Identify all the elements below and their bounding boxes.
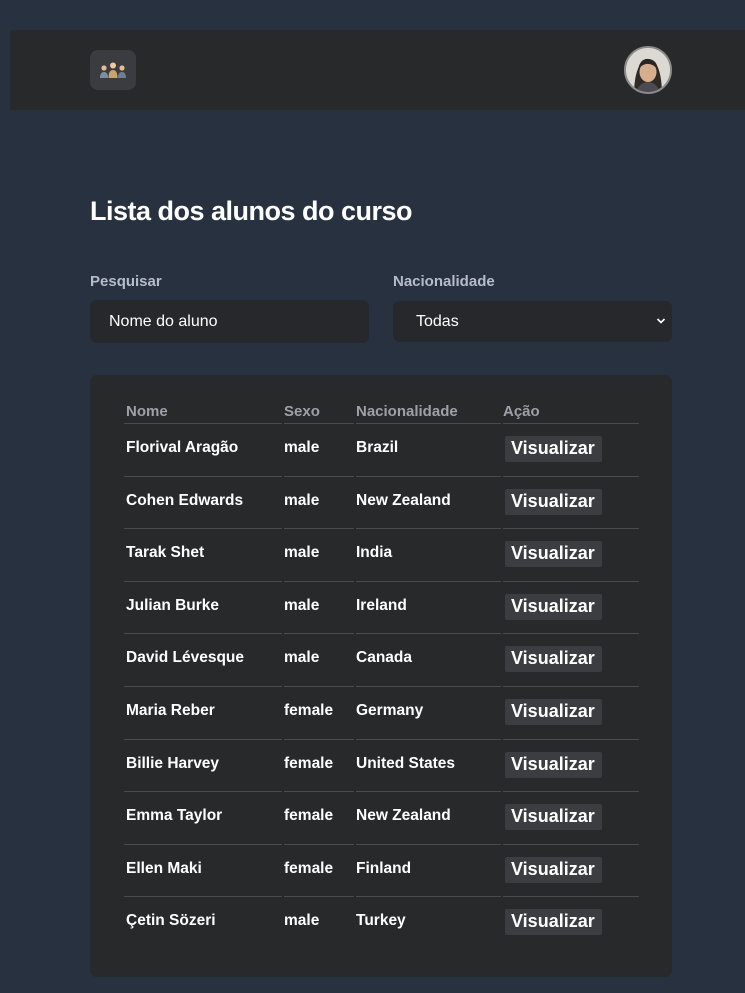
action-cell: Visualizar (503, 529, 639, 582)
student-sex: female (284, 792, 354, 845)
table-header-row: Nome Sexo Nacionalidade Ação (124, 400, 639, 424)
search-label: Pesquisar (90, 273, 162, 290)
chevron-down-icon (656, 318, 666, 324)
student-sex: male (284, 582, 354, 635)
people-group-icon (100, 62, 126, 78)
student-name: Julian Burke (124, 582, 282, 635)
student-sex: male (284, 477, 354, 530)
action-cell: Visualizar (503, 792, 639, 845)
student-nationality: Turkey (356, 912, 406, 930)
nationality-select[interactable]: Todas (393, 301, 672, 342)
student-sex: female (284, 845, 354, 898)
view-button[interactable]: Visualizar (505, 909, 602, 936)
student-name: Çetin Sözeri (126, 912, 216, 930)
column-header-nome: Nome (124, 400, 282, 424)
student-sex: male (284, 634, 354, 687)
student-nationality: India (356, 529, 501, 582)
student-name: Emma Taylor (124, 792, 282, 845)
table-row: David Lévesque male Canada Visualizar (124, 634, 639, 687)
student-sex: male (284, 529, 354, 582)
student-nationality: Brazil (356, 424, 501, 477)
student-nationality: New Zealand (356, 792, 501, 845)
action-cell: Visualizar (503, 897, 639, 950)
table-row: Cohen Edwards male New Zealand Visualiza… (124, 477, 639, 530)
action-cell: Visualizar (503, 634, 639, 687)
column-header-nacionalidade: Nacionalidade (356, 400, 501, 424)
action-cell: Visualizar (503, 687, 639, 740)
table-row: Julian Burke male Ireland Visualizar (124, 582, 639, 635)
students-table-card: Nome Sexo Nacionalidade Ação Florival Ar… (90, 375, 672, 977)
action-cell: Visualizar (503, 424, 639, 477)
student-nationality: Canada (356, 634, 501, 687)
table-row: Maria Reber female Germany Visualizar (124, 687, 639, 740)
student-name: David Lévesque (124, 634, 282, 687)
view-button[interactable]: Visualizar (505, 541, 602, 568)
student-sex: male (284, 424, 354, 477)
action-cell: Visualizar (503, 582, 639, 635)
action-cell: Visualizar (503, 845, 639, 898)
top-navbar (10, 30, 745, 110)
student-name: Cohen Edwards (124, 477, 282, 530)
nationality-selected-value: Todas (416, 312, 459, 330)
search-input[interactable] (90, 300, 369, 343)
table-row: Florival Aragão male Brazil Visualizar (124, 424, 639, 477)
column-header-acao: Ação (503, 400, 639, 424)
view-button[interactable]: Visualizar (505, 856, 602, 883)
app-logo[interactable] (90, 50, 136, 90)
student-name: Maria Reber (124, 687, 282, 740)
student-name: Florival Aragão (124, 424, 282, 477)
table-row: Ellen Maki female Finland Visualizar (124, 845, 639, 898)
view-button[interactable]: Visualizar (505, 488, 602, 515)
table-row: Çetin Sözeri male Turkey Visualizar (124, 897, 639, 950)
student-nationality: New Zealand (356, 477, 501, 530)
column-header-sexo: Sexo (284, 400, 354, 424)
student-nationality: Germany (356, 687, 501, 740)
action-cell: Visualizar (503, 740, 639, 793)
table-row: Tarak Shet male India Visualizar (124, 529, 639, 582)
view-button[interactable]: Visualizar (505, 646, 602, 673)
view-button[interactable]: Visualizar (505, 804, 602, 831)
student-name: Billie Harvey (124, 740, 282, 793)
student-nationality: Finland (356, 845, 501, 898)
avatar-icon (626, 48, 670, 92)
table-row: Emma Taylor female New Zealand Visualiza… (124, 792, 639, 845)
table-row: Billie Harvey female United States Visua… (124, 740, 639, 793)
students-table: Nome Sexo Nacionalidade Ação Florival Ar… (122, 400, 641, 950)
action-cell: Visualizar (503, 477, 639, 530)
view-button[interactable]: Visualizar (505, 593, 602, 620)
view-button[interactable]: Visualizar (505, 751, 602, 778)
student-nationality: United States (356, 740, 501, 793)
student-name: Tarak Shet (124, 529, 282, 582)
student-nationality: Ireland (356, 582, 501, 635)
view-button[interactable]: Visualizar (505, 698, 602, 725)
page-title: Lista dos alunos do curso (90, 196, 413, 226)
student-name: Ellen Maki (124, 845, 282, 898)
student-sex: female (284, 687, 354, 740)
student-sex: female (284, 740, 354, 793)
nationality-label: Nacionalidade (393, 273, 495, 290)
user-avatar[interactable] (624, 46, 672, 94)
student-sex: male (284, 912, 320, 930)
view-button[interactable]: Visualizar (505, 436, 602, 462)
